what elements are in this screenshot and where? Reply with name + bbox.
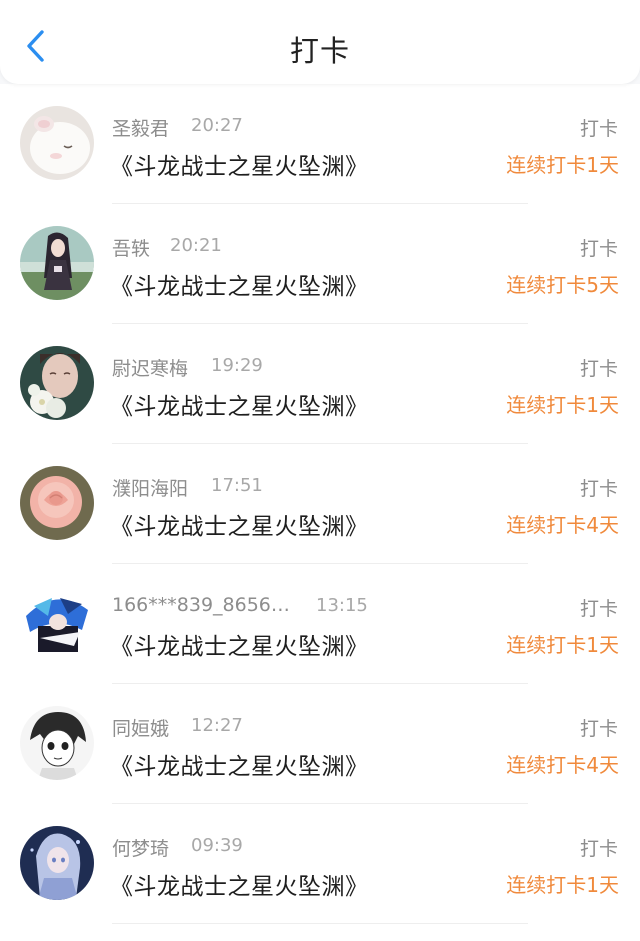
checkin-time: 20:21 [170, 235, 222, 256]
checkin-label: 打卡 [579, 718, 618, 740]
streak-badge: 连续打卡4天 [506, 753, 619, 777]
book-title: 《斗龙战士之星火坠渊》 [110, 394, 369, 420]
checkin-time: 17:51 [211, 475, 263, 496]
checkin-label: 打卡 [579, 238, 618, 260]
page-title: 打卡 [289, 34, 350, 68]
checkin-list-item[interactable]: 濮阳海阳 17:51 《斗龙战士之星火坠渊》 打卡 连续打卡4天 [0, 444, 640, 564]
book-title: 《斗龙战士之星火坠渊》 [110, 874, 369, 900]
avatar[interactable] [20, 706, 94, 780]
username: 166***839_8656… [112, 594, 290, 616]
streak-badge: 连续打卡1天 [506, 393, 619, 417]
white-bunny-plush-icon [20, 106, 94, 180]
checkin-time: 20:27 [191, 115, 243, 136]
checkin-time: 19:29 [211, 355, 263, 376]
book-title: 《斗龙战士之星火坠渊》 [110, 154, 369, 180]
anime-girl-dark-hair-icon [20, 226, 94, 300]
divider [112, 923, 528, 924]
username: 濮阳海阳 [112, 478, 189, 500]
checkin-list-item[interactable]: 何梦琦 09:39 《斗龙战士之星火坠渊》 打卡 连续打卡1天 [0, 804, 640, 924]
book-title: 《斗龙战士之星火坠渊》 [110, 634, 369, 660]
streak-badge: 连续打卡1天 [506, 633, 619, 657]
streak-badge: 连续打卡5天 [506, 273, 619, 297]
checkin-list-item[interactable]: 尉迟寒梅 19:29 《斗龙战士之星火坠渊》 打卡 连续打卡1天 [0, 324, 640, 444]
streak-badge: 连续打卡1天 [506, 153, 619, 177]
checkin-label: 打卡 [579, 838, 618, 860]
top-nav-bar: 打卡 [0, 0, 640, 84]
checkin-list: 圣毅君 20:27 《斗龙战士之星火坠渊》 打卡 连续打卡1天 吾轶 20:21… [0, 84, 640, 941]
username: 何梦琦 [112, 838, 170, 860]
avatar[interactable] [20, 586, 94, 660]
streak-badge: 连续打卡4天 [506, 513, 619, 537]
avatar[interactable] [20, 346, 94, 420]
username: 同姮娥 [112, 718, 170, 740]
checkin-list-item[interactable]: 166***839_8656… 13:15 《斗龙战士之星火坠渊》 打卡 连续打… [0, 564, 640, 684]
avatar[interactable] [20, 826, 94, 900]
manga-sketch-character-icon [20, 706, 94, 780]
checkin-label: 打卡 [579, 358, 618, 380]
checkin-list-item[interactable]: 吾轶 20:21 《斗龙战士之星火坠渊》 打卡 连续打卡5天 [0, 204, 640, 324]
checkin-time: 13:15 [316, 595, 368, 616]
username: 圣毅君 [112, 118, 170, 140]
checkin-time: 09:39 [191, 835, 243, 856]
checkin-label: 打卡 [579, 598, 618, 620]
book-title: 《斗龙战士之星火坠渊》 [110, 274, 369, 300]
book-title: 《斗龙战士之星火坠渊》 [110, 754, 369, 780]
avatar[interactable] [20, 106, 94, 180]
portrait-with-white-flowers-icon [20, 346, 94, 420]
avatar[interactable] [20, 466, 94, 540]
checkin-label: 打卡 [579, 478, 618, 500]
anime-girl-silver-hair-icon [20, 826, 94, 900]
checkin-label: 打卡 [579, 118, 618, 140]
pink-rose-icon [20, 466, 94, 540]
username: 尉迟寒梅 [112, 358, 189, 380]
username: 吾轶 [112, 238, 151, 260]
avatar[interactable] [20, 226, 94, 300]
blue-anime-character-icon [20, 586, 94, 660]
checkin-list-item[interactable]: 圣毅君 20:27 《斗龙战士之星火坠渊》 打卡 连续打卡1天 [0, 84, 640, 204]
book-title: 《斗龙战士之星火坠渊》 [110, 514, 369, 540]
checkin-time: 12:27 [191, 715, 243, 736]
checkin-list-item[interactable]: 同姮娥 12:27 《斗龙战士之星火坠渊》 打卡 连续打卡4天 [0, 684, 640, 804]
streak-badge: 连续打卡1天 [506, 873, 619, 897]
